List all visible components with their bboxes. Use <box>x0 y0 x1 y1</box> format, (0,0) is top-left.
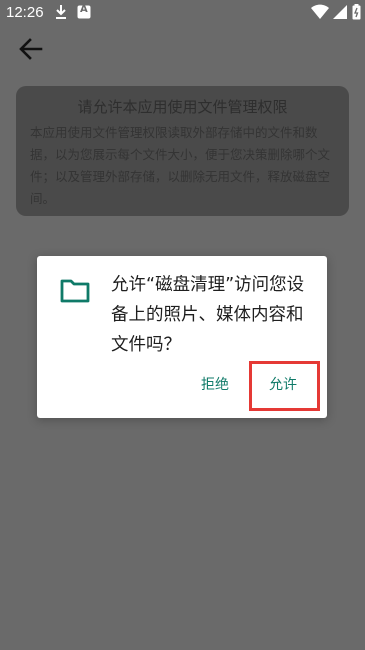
permission-info-title: 请允许本应用使用文件管理权限 <box>77 98 288 116</box>
notification-a-icon: A <box>77 4 91 24</box>
back-button[interactable] <box>16 34 46 64</box>
allow-button-highlight <box>249 361 320 411</box>
permission-info-body: 本应用使用文件管理权限读取外部存储中的文件和数据，以为您展示每个文件大小，便于您… <box>30 125 331 206</box>
notification-badge-letter: A <box>80 4 88 15</box>
folder-icon <box>60 278 90 304</box>
dialog-message: 允许“磁盘清理”访问您设备上的照片、媒体内容和文件吗？ <box>111 275 305 355</box>
download-icon <box>54 4 68 24</box>
toolbar <box>0 26 365 70</box>
status-time: 12:26 <box>6 4 44 21</box>
status-bar: 12:26 A <box>0 0 365 26</box>
deny-button[interactable]: 拒绝 <box>195 370 235 400</box>
battery-icon <box>352 4 361 24</box>
wifi-icon <box>311 4 329 24</box>
permission-info-card: 请允许本应用使用文件管理权限 本应用使用文件管理权限读取外部存储中的文件和数据，… <box>16 86 349 216</box>
arrow-left-icon <box>16 38 46 68</box>
signal-icon <box>332 4 348 24</box>
